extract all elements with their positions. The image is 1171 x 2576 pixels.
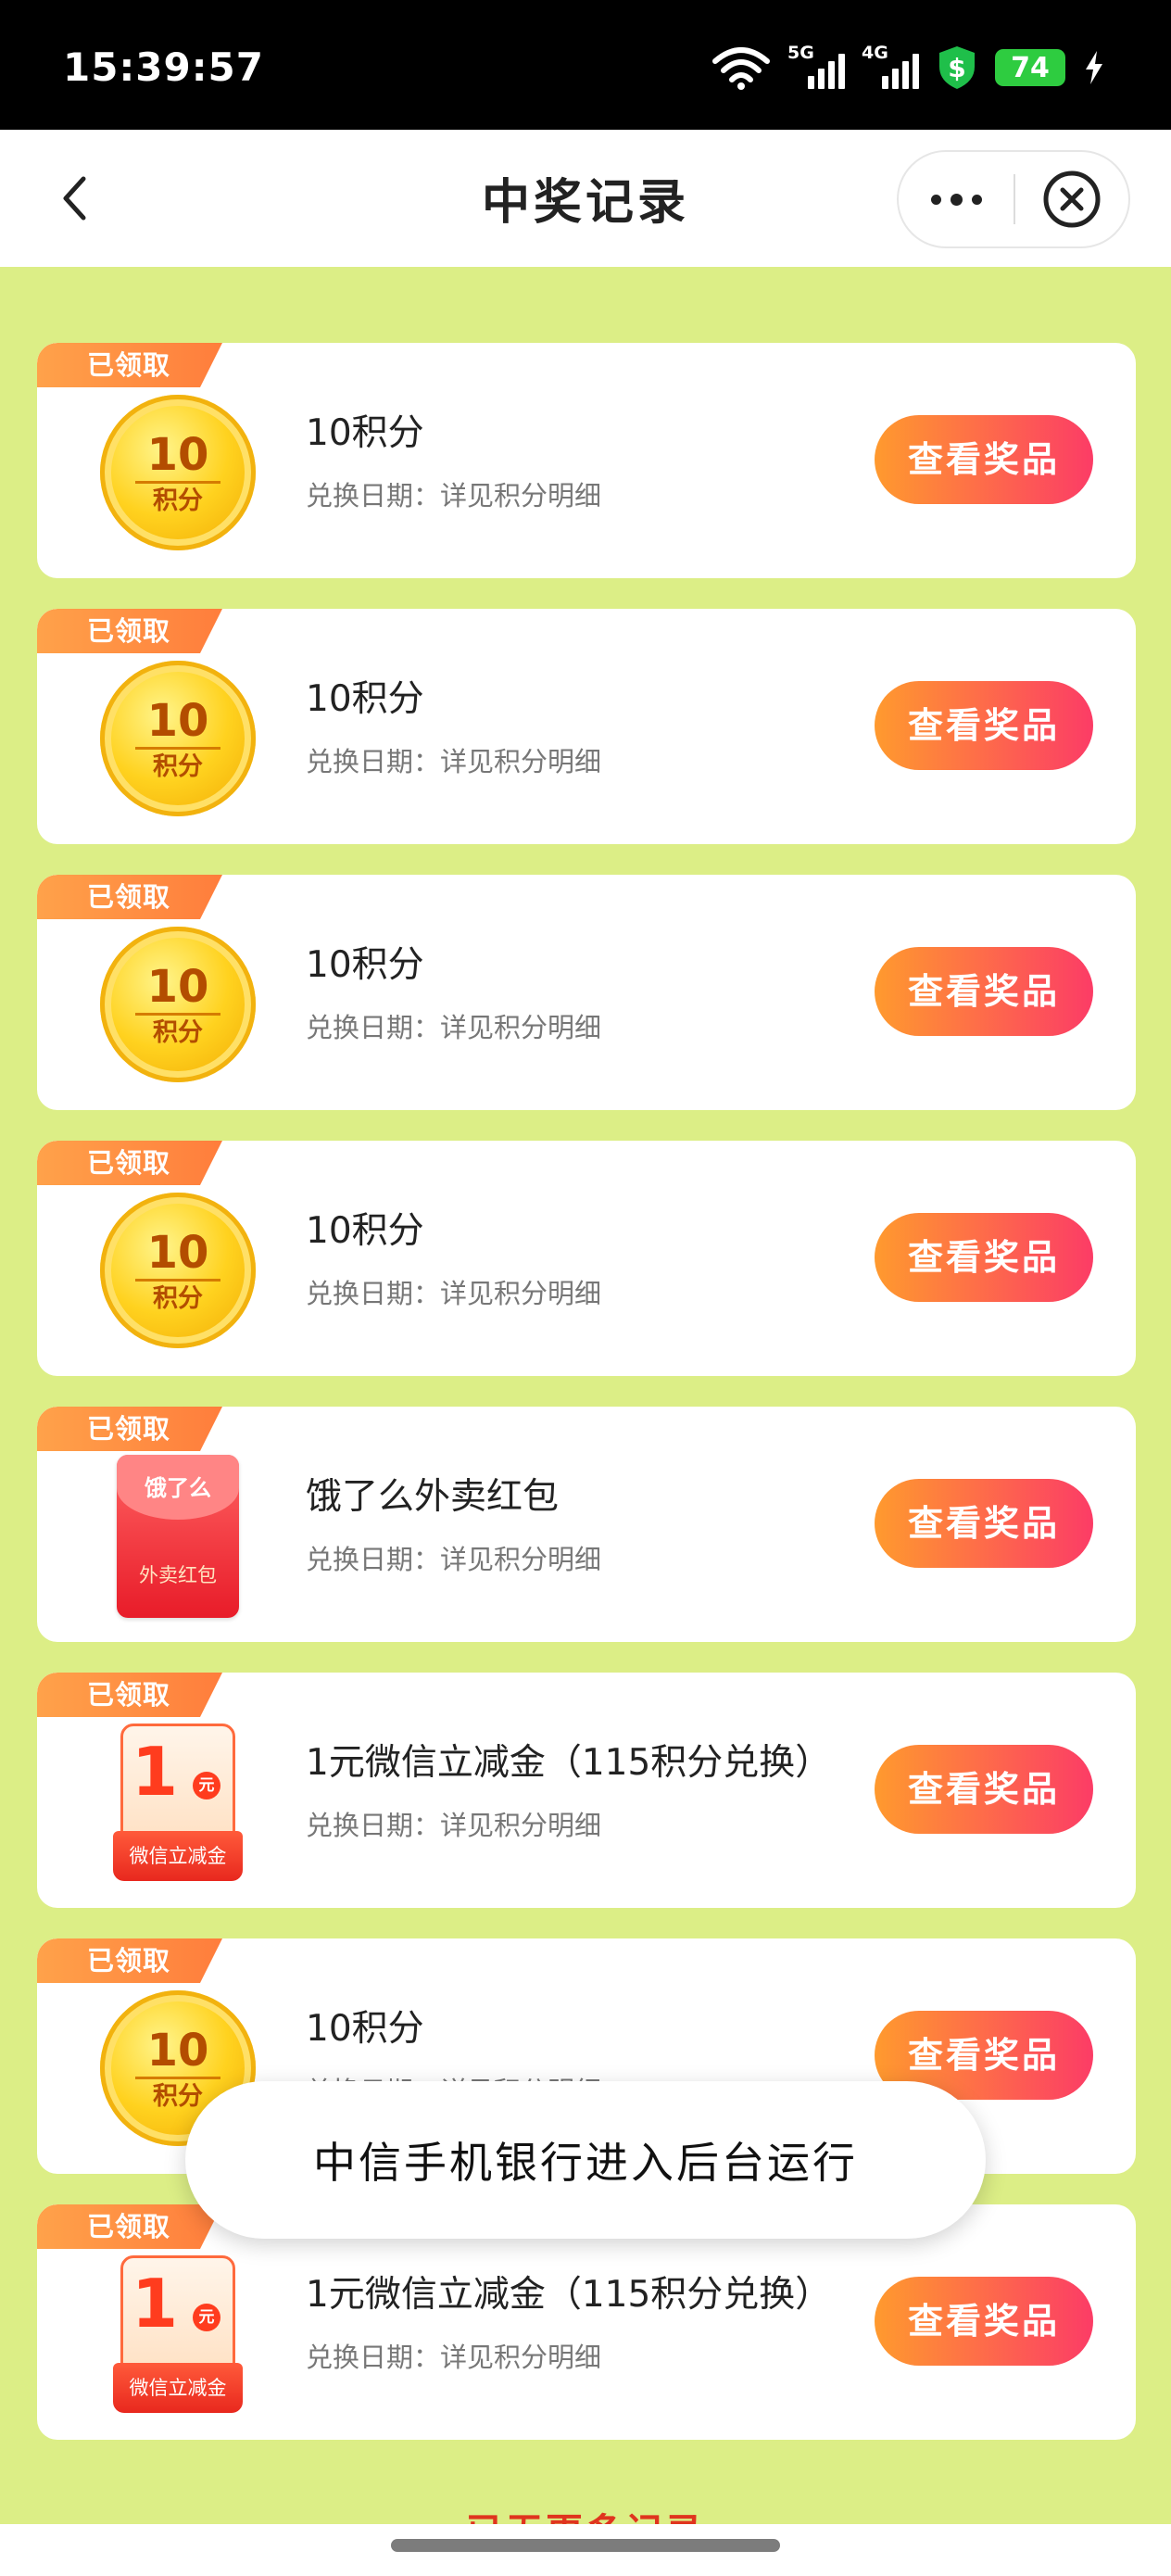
envelope-brand: 饿了么 xyxy=(145,1475,211,1501)
prize-icon: 1 元 微信立减金 xyxy=(98,2254,258,2414)
voucher-label: 微信立减金 xyxy=(113,1831,243,1881)
coin-value: 10 xyxy=(146,1226,209,1279)
claimed-tag: 已领取 xyxy=(37,1938,222,1983)
voucher-value: 1 xyxy=(132,2265,179,2342)
battery-icon: 74 xyxy=(995,49,1065,86)
view-prize-button[interactable]: 查看奖品 xyxy=(875,2277,1093,2366)
prize-name: 10积分 xyxy=(306,412,424,454)
view-prize-button[interactable]: 查看奖品 xyxy=(875,681,1093,770)
redeem-date: 兑换日期：详见积分明细 xyxy=(306,1012,602,1043)
claimed-tag: 已领取 xyxy=(37,343,222,387)
coin-value: 10 xyxy=(146,694,209,747)
mini-program-capsule xyxy=(897,150,1130,248)
prize-name: 10积分 xyxy=(306,678,424,720)
voucher-unit: 元 xyxy=(193,2304,220,2331)
redeem-date: 兑换日期：详见积分明细 xyxy=(306,480,602,511)
points-coin-icon: 10 积分 xyxy=(100,395,256,550)
prize-name: 10积分 xyxy=(306,944,424,986)
redeem-date: 兑换日期：详见积分明细 xyxy=(306,746,602,777)
voucher-value: 1 xyxy=(132,1733,179,1811)
dollar-shield-icon: $ xyxy=(939,46,975,89)
svg-text:$: $ xyxy=(948,53,965,83)
view-prize-button[interactable]: 查看奖品 xyxy=(875,1479,1093,1568)
prize-icon: 饿了么 外卖红包 xyxy=(98,1455,258,1618)
coin-unit: 积分 xyxy=(153,486,203,515)
claimed-tag: 已领取 xyxy=(37,2204,222,2249)
close-button[interactable] xyxy=(1015,152,1128,246)
wifi-icon xyxy=(712,47,770,90)
redeem-date: 兑换日期：详见积分明细 xyxy=(306,1544,602,1575)
coin-value: 10 xyxy=(146,428,209,481)
home-indicator[interactable] xyxy=(391,2539,780,2552)
toast-message: 中信手机银行进入后台运行 xyxy=(185,2081,986,2239)
charging-icon xyxy=(1086,51,1102,84)
voucher-label: 微信立减金 xyxy=(113,2363,243,2413)
prize-icon: 10 积分 xyxy=(98,925,258,1084)
prize-name: 1元微信立减金（115积分兑换） xyxy=(306,1742,832,1784)
claimed-tag: 已领取 xyxy=(37,875,222,919)
prize-record-card: 已领取 10 积分 10积分 兑换日期：详见积分明细 查看奖品 xyxy=(37,1141,1136,1376)
coin-unit: 积分 xyxy=(153,1283,203,1313)
coin-unit: 积分 xyxy=(153,1017,203,1047)
status-icons: 5G 4G $ 74 xyxy=(711,43,1106,93)
prize-record-card: 已领取 饿了么 外卖红包 饿了么外卖红包 兑换日期：详见积分明细 查看奖品 xyxy=(37,1407,1136,1642)
prize-record-card: 已领取 10 积分 10积分 兑换日期：详见积分明细 查看奖品 xyxy=(37,609,1136,844)
claimed-tag: 已领取 xyxy=(37,1141,222,1185)
redeem-date: 兑换日期：详见积分明细 xyxy=(306,2342,602,2373)
points-coin-icon: 10 积分 xyxy=(100,661,256,816)
wechat-voucher-icon: 1 元 微信立减金 xyxy=(113,1724,243,1881)
prize-name: 饿了么外卖红包 xyxy=(306,1476,560,1518)
wechat-voucher-icon: 1 元 微信立减金 xyxy=(113,2255,243,2413)
view-prize-button[interactable]: 查看奖品 xyxy=(875,947,1093,1036)
coin-value: 10 xyxy=(146,2024,209,2077)
redeem-date: 兑换日期：详见积分明细 xyxy=(306,1278,602,1309)
prize-record-card: 已领取 10 积分 10积分 兑换日期：详见积分明细 查看奖品 xyxy=(37,343,1136,578)
view-prize-button[interactable]: 查看奖品 xyxy=(875,1745,1093,1834)
claimed-tag: 已领取 xyxy=(37,1407,222,1451)
prize-icon: 1 元 微信立减金 xyxy=(98,1723,258,1882)
envelope-label: 外卖红包 xyxy=(139,1564,217,1586)
prize-record-card: 已领取 1 元 微信立减金 1元微信立减金（115积分兑换） 兑换日期：详见积分… xyxy=(37,1673,1136,1908)
coin-unit: 积分 xyxy=(153,2081,203,2111)
status-time: 15:39:57 xyxy=(63,44,264,90)
prize-name: 1元微信立减金（115积分兑换） xyxy=(306,2274,832,2316)
prize-icon: 10 积分 xyxy=(98,659,258,818)
prize-record-card: 已领取 1 元 微信立减金 1元微信立减金（115积分兑换） 兑换日期：详见积分… xyxy=(37,2204,1136,2440)
claimed-tag: 已领取 xyxy=(37,609,222,653)
view-prize-button[interactable]: 查看奖品 xyxy=(875,1213,1093,1302)
signal-4g-icon: 4G xyxy=(862,43,919,91)
more-icon xyxy=(930,194,941,205)
coin-unit: 积分 xyxy=(153,751,203,781)
points-coin-icon: 10 积分 xyxy=(100,1193,256,1348)
claimed-tag: 已领取 xyxy=(37,1673,222,1717)
redeem-date: 兑换日期：详见积分明细 xyxy=(306,1810,602,1841)
prize-icon: 10 积分 xyxy=(98,393,258,552)
red-envelope-icon: 饿了么 外卖红包 xyxy=(117,1455,239,1618)
prize-name: 10积分 xyxy=(306,2008,424,2050)
prize-record-card: 已领取 10 积分 10积分 兑换日期：详见积分明细 查看奖品 xyxy=(37,875,1136,1110)
more-button[interactable] xyxy=(899,152,1014,246)
nav-bar: 中奖记录 xyxy=(0,130,1171,267)
prize-icon: 10 积分 xyxy=(98,1191,258,1350)
signal-5g-icon: 5G xyxy=(787,43,845,91)
status-bar: 15:39:57 5G 4G $ 74 xyxy=(0,0,1171,130)
voucher-unit: 元 xyxy=(193,1772,220,1799)
view-prize-button[interactable]: 查看奖品 xyxy=(875,415,1093,504)
coin-value: 10 xyxy=(146,960,209,1013)
points-coin-icon: 10 积分 xyxy=(100,927,256,1082)
prize-name: 10积分 xyxy=(306,1210,424,1252)
close-circle-icon xyxy=(1043,170,1101,228)
